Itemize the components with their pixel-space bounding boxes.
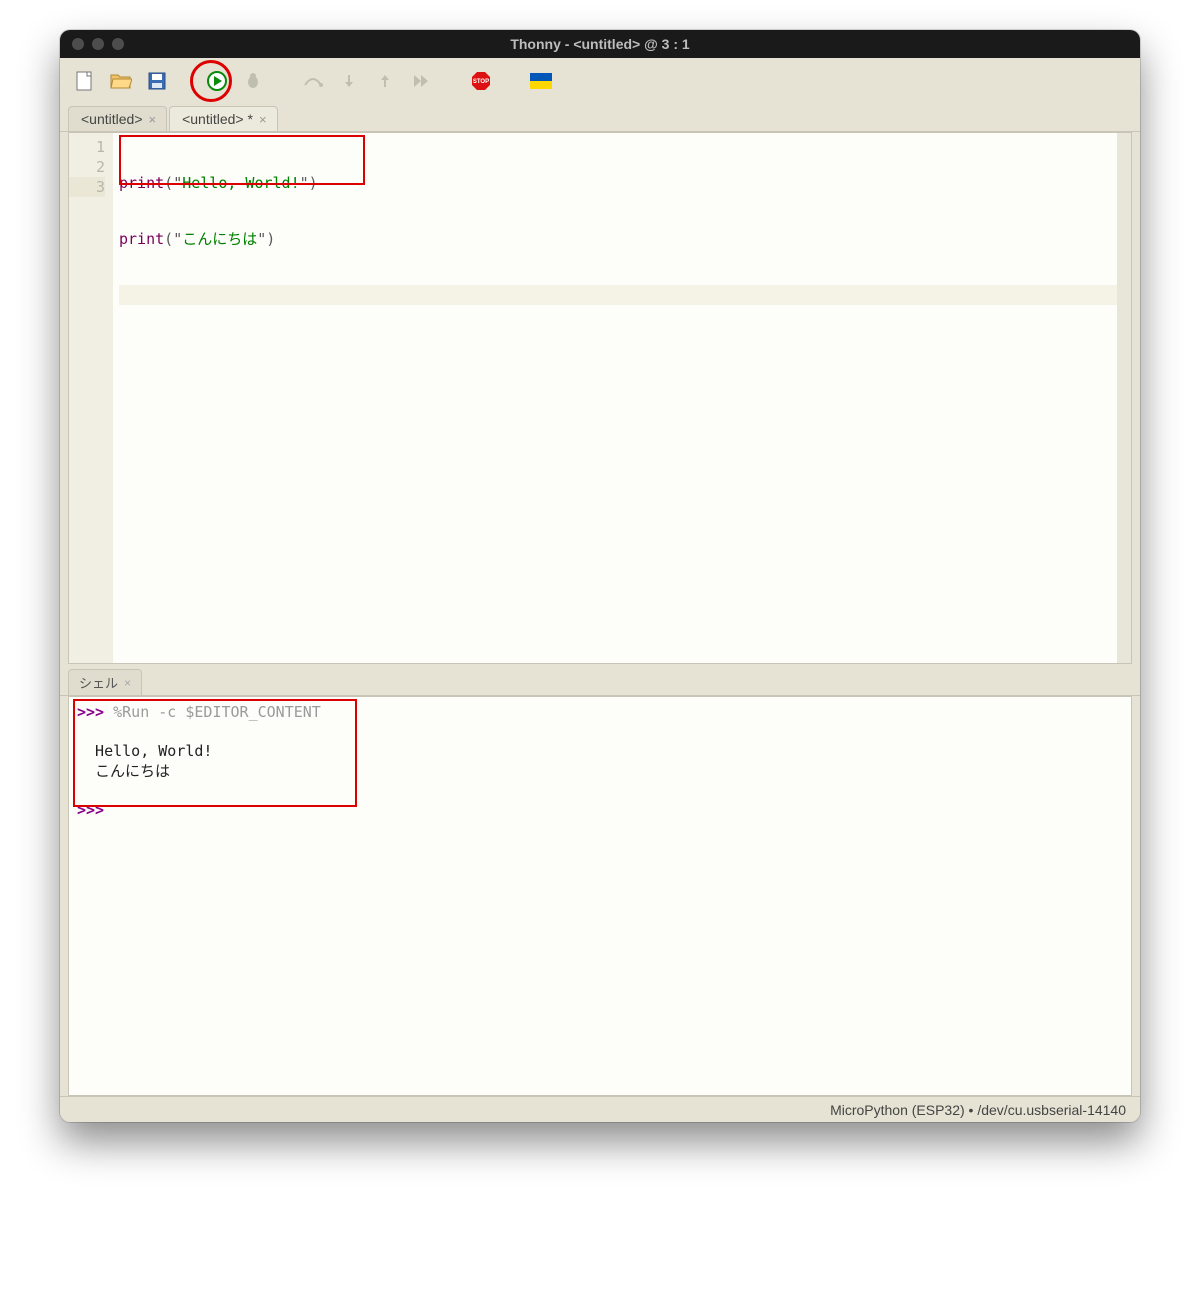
tab-label: <untitled>	[81, 111, 143, 127]
step-out-icon	[375, 73, 395, 89]
bug-icon	[243, 71, 263, 91]
debug-button[interactable]	[240, 68, 266, 94]
traffic-lights	[60, 38, 124, 50]
stop-button[interactable]: STOP	[468, 68, 494, 94]
line-number: 1	[69, 137, 105, 157]
stop-icon: STOP	[470, 70, 492, 92]
editor-scrollbar[interactable]	[1117, 133, 1131, 663]
code-line[interactable]	[119, 285, 1117, 305]
run-command: %Run -c $EDITOR_CONTENT	[104, 703, 321, 721]
shell-panel[interactable]: >>> %Run -c $EDITOR_CONTENT Hello, World…	[68, 696, 1132, 1096]
close-icon[interactable]: ×	[149, 112, 157, 127]
shell-output: Hello, World! こんにちは	[77, 742, 212, 780]
line-number: 3	[69, 177, 105, 197]
prompt[interactable]: >>>	[77, 801, 113, 819]
resume-button[interactable]	[408, 68, 434, 94]
step-over-icon	[303, 73, 323, 89]
shell-tabbar: シェル ×	[60, 670, 1140, 696]
code-area[interactable]: print("Hello, World!") print("こんにちは")	[113, 133, 1117, 663]
code-line[interactable]: print("こんにちは")	[119, 229, 1117, 249]
close-window-icon[interactable]	[72, 38, 84, 50]
step-into-icon	[339, 73, 359, 89]
editor-tabbar: <untitled> × <untitled> * ×	[60, 104, 1140, 132]
shell-content[interactable]: >>> %Run -c $EDITOR_CONTENT Hello, World…	[77, 703, 1123, 820]
new-file-icon	[76, 71, 94, 91]
run-icon	[207, 71, 227, 91]
toolbar: STOP	[60, 58, 1140, 104]
run-button[interactable]	[204, 68, 230, 94]
zoom-window-icon[interactable]	[112, 38, 124, 50]
prompt: >>>	[77, 703, 104, 721]
line-gutter: 1 2 3	[69, 133, 113, 663]
close-icon[interactable]: ×	[259, 112, 267, 127]
code-line[interactable]: print("Hello, World!")	[119, 173, 1117, 193]
open-folder-icon	[110, 72, 132, 90]
minimize-window-icon[interactable]	[92, 38, 104, 50]
open-file-button[interactable]	[108, 68, 134, 94]
tab-untitled-1[interactable]: <untitled> ×	[68, 106, 167, 131]
tab-untitled-2[interactable]: <untitled> * ×	[169, 106, 277, 131]
step-out-button[interactable]	[372, 68, 398, 94]
line-number: 2	[69, 157, 105, 177]
interpreter-status[interactable]: MicroPython (ESP32) • /dev/cu.usbserial-…	[830, 1102, 1126, 1118]
save-icon	[148, 72, 166, 90]
tab-label: <untitled> *	[182, 111, 253, 127]
close-icon[interactable]: ×	[124, 676, 131, 690]
shell-tab[interactable]: シェル ×	[68, 669, 142, 695]
shell-tab-label: シェル	[79, 673, 118, 692]
thonny-window: Thonny - <untitled> @ 3 : 1	[60, 30, 1140, 1122]
code-editor[interactable]: 1 2 3 print("Hello, World!") print("こんにち…	[68, 132, 1132, 664]
step-into-button[interactable]	[336, 68, 362, 94]
resume-icon	[412, 73, 430, 89]
step-over-button[interactable]	[300, 68, 326, 94]
titlebar: Thonny - <untitled> @ 3 : 1	[60, 30, 1140, 58]
svg-text:STOP: STOP	[473, 79, 489, 85]
flag-icon	[530, 73, 552, 89]
save-button[interactable]	[144, 68, 170, 94]
ukraine-flag-button[interactable]	[528, 68, 554, 94]
statusbar: MicroPython (ESP32) • /dev/cu.usbserial-…	[60, 1096, 1140, 1122]
new-file-button[interactable]	[72, 68, 98, 94]
window-title: Thonny - <untitled> @ 3 : 1	[60, 36, 1140, 52]
